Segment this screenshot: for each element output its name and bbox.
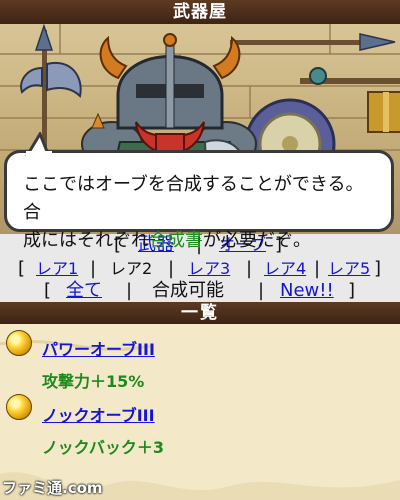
separator: | (258, 280, 265, 301)
dialog-line-2-start: 成にはそれぞれ (23, 230, 149, 251)
tab-rare-3[interactable]: レア3 (188, 258, 230, 280)
dialog-line-2: 成にはそれぞれ合成書が必要だぞ。 (23, 227, 379, 255)
tab-craftable-selected: 合成可能 (152, 280, 224, 301)
shop-title: 武器屋 (0, 0, 400, 26)
menu-row-status: [ 全て | 合成可能 | New!! ] (0, 280, 400, 302)
list-item-name[interactable]: パワーオーブIII (42, 336, 155, 360)
separator: | (314, 258, 321, 279)
dialog-text: ここではオーブを合成することができる。合 成にはそれぞれ合成書が必要だぞ。 (23, 171, 379, 255)
tab-new[interactable]: New!! (280, 280, 334, 302)
spear-icon (230, 33, 400, 85)
bracket-close: ] (348, 280, 356, 301)
list-item-effect: ノックバック＋3 (42, 438, 165, 457)
tab-all[interactable]: 全て (66, 280, 102, 302)
separator: | (126, 280, 133, 301)
list-header: 一覧 (0, 302, 400, 324)
tab-rare-5[interactable]: レア5 (328, 258, 370, 280)
dialog-line-1: ここではオーブを合成することができる。合 (23, 174, 364, 223)
menu-row-rarity: [ レア1 | レア2 | レア3 | レア4 | レア5 ] (0, 258, 400, 280)
dialog-line-2-end: が必要だぞ。 (203, 230, 311, 251)
dialog-highlight-recipe-book: 合成書 (149, 230, 203, 251)
list-item-name[interactable]: ノックオーブIII (42, 402, 155, 426)
separator: | (168, 258, 175, 279)
dialog-box: ここではオーブを合成することができる。合 成にはそれぞれ合成書が必要だぞ。 (4, 150, 394, 251)
game-screen: 武器屋 ここではオーブを合成することができる。合 成にはそれぞれ合成書が必要だぞ… (0, 0, 400, 500)
dialog-tail (25, 132, 52, 156)
bracket-open: [ (44, 280, 52, 301)
tab-rare-1[interactable]: レア1 (36, 258, 78, 280)
separator: | (246, 258, 253, 279)
bracket-open: [ (18, 258, 26, 279)
treasure-box-icon (367, 91, 400, 133)
power-orb-icon (6, 330, 32, 356)
tab-rare-4[interactable]: レア4 (264, 258, 306, 280)
orb-list: パワーオーブIII 攻撃力＋15% ノックオーブIII ノックバック＋3 ファミ… (0, 324, 400, 500)
bracket-close: ] (374, 258, 382, 279)
knock-orb-icon (6, 394, 32, 420)
list-item-effect: 攻撃力＋15% (42, 372, 145, 391)
tab-rare-2-selected: レア2 (110, 259, 153, 278)
separator: | (90, 258, 97, 279)
site-watermark: ファミ通.com (2, 479, 103, 497)
